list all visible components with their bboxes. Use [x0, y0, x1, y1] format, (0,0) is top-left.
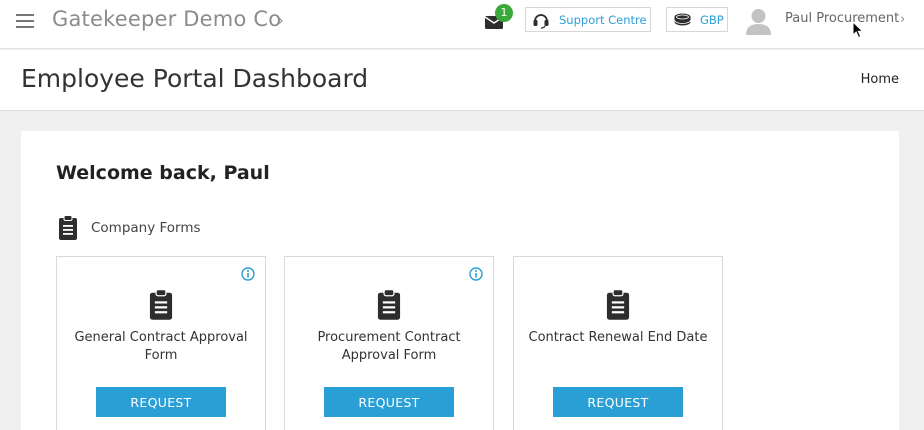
page-header: Employee Portal Dashboard Home [0, 50, 924, 111]
page-title: Employee Portal Dashboard [21, 64, 369, 93]
cursor-icon [852, 21, 864, 39]
form-title: Contract Renewal End Date [528, 330, 708, 345]
form-card: Contract Renewal End Date REQUEST [513, 256, 723, 430]
clipboard-icon [377, 289, 401, 320]
support-centre-button[interactable]: Support Centre [525, 7, 651, 32]
chevron-right-icon[interactable]: › [278, 13, 284, 29]
user-menu[interactable]: Paul Procurement [785, 11, 899, 26]
clipboard-icon [59, 215, 77, 240]
info-icon[interactable] [469, 267, 483, 281]
request-button[interactable]: REQUEST [324, 387, 454, 417]
company-name[interactable]: Gatekeeper Demo Co [52, 7, 281, 31]
currency-label: GBP [700, 13, 724, 27]
clipboard-icon [149, 289, 173, 320]
form-title: General Contract Approval Form [74, 330, 248, 363]
form-card: General Contract Approval Form REQUEST [56, 256, 266, 430]
menu-icon[interactable] [16, 14, 34, 28]
currency-button[interactable]: GBP [666, 7, 728, 32]
form-title: Procurement Contract Approval Form [317, 330, 461, 363]
headset-icon [533, 14, 549, 29]
coins-icon [674, 13, 691, 26]
notification-badge[interactable]: 1 [495, 4, 513, 22]
top-bar: Gatekeeper Demo Co › 1 Support Centre GB… [0, 0, 924, 49]
breadcrumb-home[interactable]: Home [861, 72, 899, 87]
dashboard-panel: Welcome back, Paul Company Forms General… [21, 131, 899, 430]
request-button[interactable]: REQUEST [553, 387, 683, 417]
chevron-right-icon[interactable]: › [900, 12, 905, 27]
info-icon[interactable] [241, 267, 255, 281]
support-centre-label: Support Centre [559, 13, 647, 27]
form-card: Procurement Contract Approval Form REQUE… [284, 256, 494, 430]
clipboard-icon [606, 289, 630, 320]
user-avatar-icon[interactable] [745, 6, 772, 35]
welcome-heading: Welcome back, Paul [56, 162, 270, 184]
request-button[interactable]: REQUEST [96, 387, 226, 417]
section-label: Company Forms [91, 220, 201, 236]
